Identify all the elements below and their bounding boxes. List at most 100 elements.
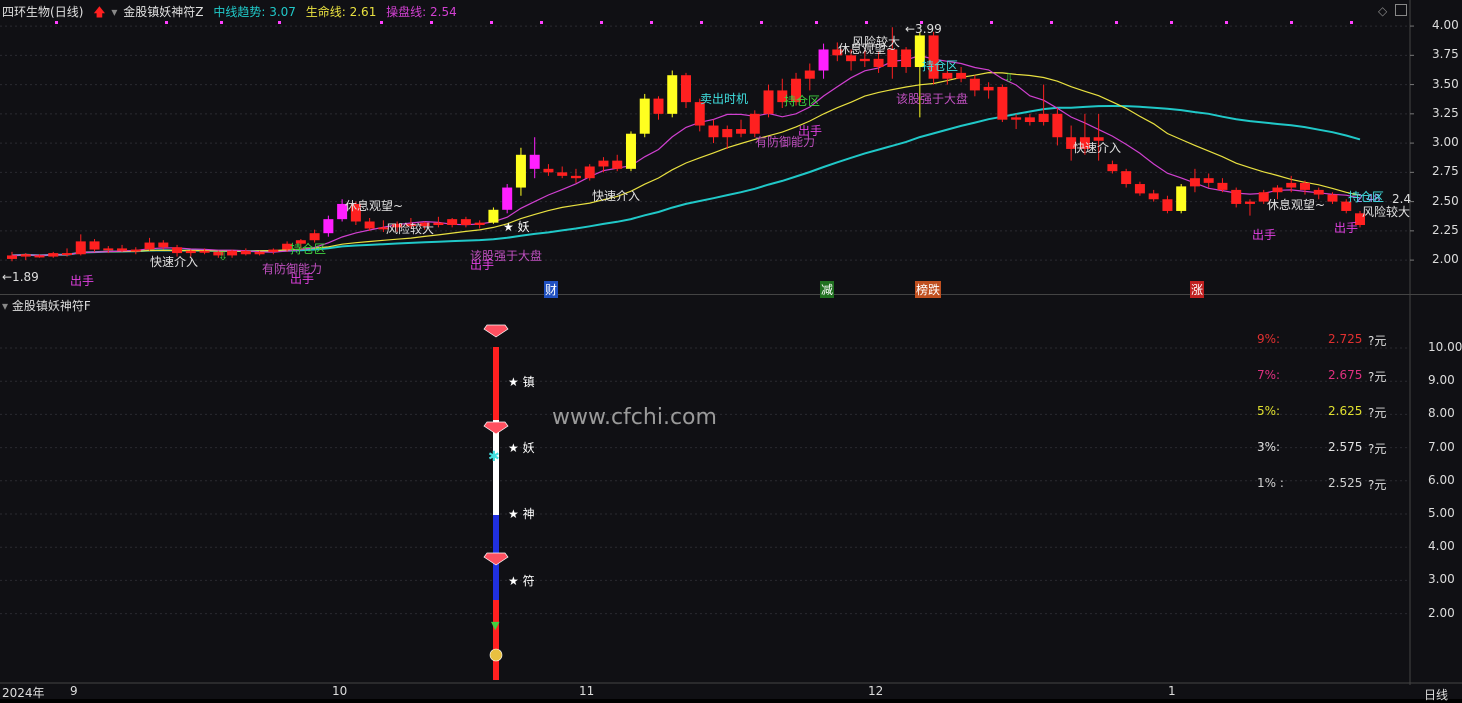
control-line: 操盘线: 2.54 — [386, 5, 457, 19]
candle-body — [7, 255, 17, 259]
signal-dot — [990, 21, 993, 24]
collapse-icon[interactable]: ▾ — [2, 299, 8, 313]
candle-body — [557, 172, 568, 176]
green-arrow-icon: ▼ — [491, 619, 500, 632]
life-line: 生命线: 2.61 — [305, 5, 377, 19]
candle-body — [1299, 182, 1310, 190]
candle-body — [502, 187, 513, 210]
stock-name[interactable]: 四环生物 — [2, 5, 50, 19]
candle-body — [158, 242, 169, 248]
candle-body — [983, 86, 994, 91]
sub-indicator-name[interactable]: 金股镇妖神符F — [12, 299, 91, 313]
candle-body — [227, 250, 238, 256]
chart-header: 四环生物(日线) 🡅 ▾ 金股镇妖神符Z 中线趋势: 3.07 生命线: 2.6… — [2, 3, 463, 24]
target-value: 2.725 — [1328, 332, 1363, 346]
event-zhang-badge[interactable]: 涨 — [1190, 281, 1205, 298]
candle-body — [901, 49, 912, 68]
sub-tick-label: 9.00 — [1428, 373, 1455, 388]
candle-body — [323, 219, 334, 234]
candle-body — [625, 133, 636, 169]
candle-body — [1121, 171, 1132, 185]
candle-body — [1162, 199, 1173, 211]
candle-body — [804, 70, 815, 79]
candle-body — [639, 98, 650, 134]
annotation-label: 出手 — [798, 124, 823, 138]
sub-tick-label: 5.00 — [1428, 506, 1455, 520]
candle-body — [103, 248, 114, 251]
diamond-icon[interactable]: ◇ — [1378, 4, 1387, 18]
sub-tick-label: 7.00 — [1428, 439, 1455, 454]
target-pct: 7%: — [1257, 368, 1281, 382]
annotation-label: ★ 妖 — [503, 220, 530, 234]
target-pct: 9%: — [1257, 332, 1281, 346]
indicator-name[interactable]: 金股镇妖神符Z — [123, 5, 203, 19]
price-tick-label: 3.25 — [1432, 105, 1459, 120]
stock-chart-app: ⇩ ⇩ ✱ ▼ 四环生物(日线) 🡅 ▾ 金股镇妖神符Z 中线趋势: 3.07 生命… — [0, 0, 1462, 702]
price-tick-label: 2.00 — [1432, 252, 1459, 267]
target-value: 2.575 — [1328, 440, 1363, 454]
price-tick-label: 3.50 — [1432, 76, 1459, 91]
candle-body — [144, 242, 155, 250]
signal-dot — [1050, 21, 1053, 24]
candle-body — [20, 254, 31, 257]
candle-body — [859, 58, 870, 62]
arrow-up-icon: 🡅 — [93, 5, 106, 19]
coin-icon — [489, 648, 503, 662]
indicator-chart[interactable]: ✱▼ — [0, 295, 1462, 685]
candle-body — [364, 221, 375, 229]
candle-body — [1038, 113, 1049, 123]
candle-body — [722, 129, 733, 138]
annotation-label: 出手 — [290, 272, 315, 286]
candle-body — [1244, 201, 1255, 204]
candle-body — [1024, 117, 1035, 123]
period-button[interactable]: 日线 — [1424, 686, 1448, 703]
signal-dot — [540, 21, 543, 24]
event-bangdie-badge[interactable]: 榜跌 — [915, 281, 942, 298]
candle-body — [515, 154, 526, 188]
window-control-icon[interactable] — [1395, 4, 1407, 16]
event-cai-badge[interactable]: 财 — [544, 281, 559, 298]
candle-body — [199, 250, 210, 253]
annotation-label: 持仓区 — [922, 59, 959, 73]
sub-tick-label: 10.00 — [1428, 340, 1462, 354]
sub-chart-header: ▾ 金股镇妖神符F — [2, 297, 91, 314]
event-jian-badge[interactable]: 减 — [820, 281, 835, 298]
target-value: 2.625 — [1328, 404, 1363, 418]
candle-body — [1286, 182, 1297, 188]
signal-bar-segment — [493, 347, 499, 420]
signal-dot — [760, 21, 763, 24]
candle-body — [240, 250, 251, 255]
down-arrow-icon: ⇩ — [1004, 71, 1014, 85]
price-tick-label: 4.00 — [1432, 18, 1459, 33]
price-tick-label: 2.25 — [1432, 222, 1459, 237]
target-pct: 1% : — [1257, 476, 1284, 490]
candle-body — [818, 49, 829, 71]
candle-body — [34, 255, 45, 258]
price-tick-label: 2.50 — [1432, 193, 1459, 208]
date-oct: 10 — [332, 684, 348, 698]
candle-body — [117, 248, 128, 251]
candle-body — [433, 222, 444, 225]
candle-body — [969, 78, 980, 91]
signal-dot — [1290, 21, 1293, 24]
target-unit: ?元 — [1368, 370, 1387, 384]
sub-tick-label: 4.00 — [1428, 539, 1455, 554]
annotation-label: 出手 — [1252, 228, 1277, 242]
annotation-label: 快速介入 — [150, 255, 199, 269]
price-chart[interactable]: ⇩⇩ — [0, 0, 1462, 295]
candle-body — [75, 241, 86, 255]
annotation-label: 该股强于大盘 — [896, 92, 969, 106]
candle-body — [62, 253, 73, 256]
label-fu: ★ 符 — [508, 574, 535, 588]
candle-body — [543, 168, 554, 173]
butterfly-icon: ✱ — [488, 449, 500, 465]
candle-body — [1189, 178, 1200, 187]
annotation-label: 休息观望~ — [345, 199, 404, 213]
candle-body — [1217, 182, 1228, 190]
sub-bg — [0, 295, 1462, 685]
period-label[interactable]: (日线) — [50, 5, 83, 19]
annotation-label: 风险较大 — [1362, 205, 1411, 219]
target-value: 2.675 — [1328, 368, 1363, 382]
collapse-icon[interactable]: ▾ — [111, 5, 117, 19]
candle-body — [89, 241, 100, 250]
